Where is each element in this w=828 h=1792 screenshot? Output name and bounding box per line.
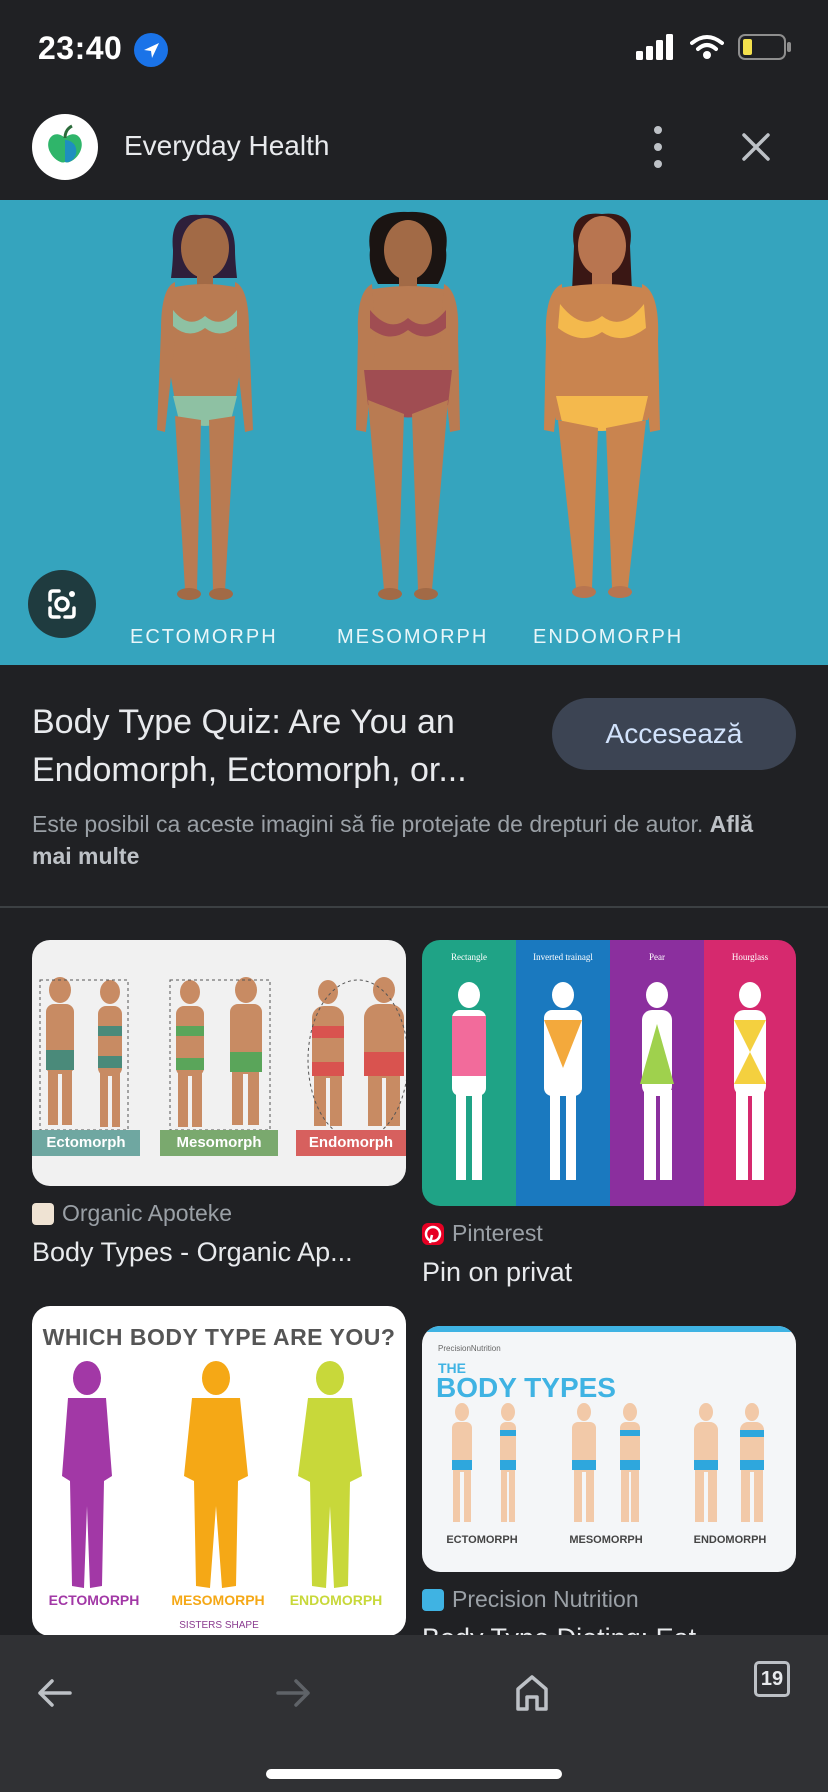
hero-label-mesomorph: MESOMORPH (337, 626, 489, 648)
status-time: 23:40 (38, 30, 123, 66)
related-thumbnail[interactable]: Ectomorph Mesomorph Endomorph (32, 940, 406, 1186)
battery-icon (738, 34, 791, 60)
thumb-label-endomorph: ENDOMORPH (289, 1592, 383, 1608)
body-shapes-thumbnail-image (422, 940, 796, 1206)
forward-button[interactable] (266, 1665, 322, 1721)
bottom-navigation-bar (0, 1635, 828, 1792)
signal-icon (636, 34, 673, 60)
visit-button[interactable]: Accesează (552, 698, 796, 770)
thumb-label-ectomorph: ECTOMORPH (48, 1592, 140, 1608)
status-bar: 23:40 (0, 0, 828, 100)
thumb-label-ectomorph: ECTOMORPH (446, 1534, 518, 1546)
site-title[interactable]: Everyday Health (124, 130, 329, 162)
card-title: Body Types - Organic Ap... (32, 1237, 353, 1267)
google-lens-button[interactable] (28, 570, 96, 638)
precision-nutrition-favicon (422, 1588, 444, 1611)
body-types-illustration (157, 211, 660, 600)
close-button[interactable] (732, 122, 780, 172)
related-card[interactable]: Rectangle Inverted trainagl Pear Hourgla… (422, 940, 796, 1288)
home-indicator (266, 1769, 562, 1779)
wifi-icon (690, 35, 724, 59)
related-card[interactable]: WHICH BODY TYPE ARE YOU? ECTOMORPH MESOM… (32, 1306, 406, 1636)
thumb-label-ectomorph: Ectomorph (46, 1134, 126, 1151)
related-card[interactable]: PrecisionNutrition THE BODY TYPES ECTOMO… (422, 1326, 796, 1654)
thumb-label-pear: Pear (649, 952, 665, 962)
hero-label-ectomorph: ECTOMORPH (130, 626, 278, 648)
source-name: Pinterest (452, 1220, 543, 1246)
divider (0, 906, 828, 908)
related-thumbnail[interactable]: PrecisionNutrition THE BODY TYPES ECTOMO… (422, 1326, 796, 1572)
home-button[interactable] (504, 1665, 560, 1721)
related-card[interactable]: Ectomorph Mesomorph Endomorph Organic Ap… (32, 940, 406, 1268)
copyright-notice: Este posibil ca aceste imagini să fie pr… (32, 808, 772, 872)
back-arrow-icon (38, 1679, 72, 1707)
related-thumbnail[interactable]: Rectangle Inverted trainagl Pear Hourgla… (422, 940, 796, 1206)
body-silhouettes-image (62, 1361, 362, 1588)
result-title[interactable]: Body Type Quiz: Are You an Endomorph, Ec… (32, 698, 532, 794)
location-icon (134, 33, 168, 67)
close-icon (742, 133, 770, 161)
thumb-label-mesomorph: Mesomorph (176, 1134, 262, 1151)
organic-apoteke-favicon (32, 1202, 54, 1225)
copyright-text: Este posibil ca aceste imagini să fie pr… (32, 811, 704, 837)
thumb-label-endomorph: Endomorph (308, 1134, 394, 1151)
forward-arrow-icon (276, 1679, 310, 1707)
thumb-label-endomorph: ENDOMORPH (693, 1534, 767, 1546)
thumb-label-inverted-triangle: Inverted trainagl (533, 952, 593, 962)
home-icon (516, 1675, 548, 1711)
thumb-label-mesomorph: MESOMORPH (569, 1534, 643, 1546)
tabs-button[interactable]: 19 (754, 1661, 790, 1697)
thumb-label-rectangle: Rectangle (451, 952, 487, 962)
thumb-footer: SISTERS SHAPE (179, 1620, 259, 1631)
back-button[interactable] (26, 1665, 82, 1721)
main-image[interactable]: ECTOMORPH MESOMORPH ENDOMORPH (0, 200, 828, 665)
more-options-button[interactable] (640, 120, 676, 174)
lens-icon (48, 589, 76, 619)
source-name: Precision Nutrition (452, 1586, 639, 1612)
card-title: Pin on privat (422, 1257, 573, 1287)
site-logo[interactable] (32, 114, 98, 180)
more-vert-icon (654, 126, 662, 168)
hero-label-endomorph: ENDOMORPH (533, 626, 684, 648)
related-thumbnail[interactable]: WHICH BODY TYPE ARE YOU? ECTOMORPH MESOM… (32, 1306, 406, 1636)
viewer-header: Everyday Health (0, 100, 828, 200)
thumb-label-hourglass: Hourglass (731, 952, 769, 962)
source-name: Organic Apoteke (62, 1200, 233, 1226)
thumb-label-mesomorph: MESOMORPH (171, 1592, 265, 1608)
pinterest-icon (422, 1222, 444, 1245)
